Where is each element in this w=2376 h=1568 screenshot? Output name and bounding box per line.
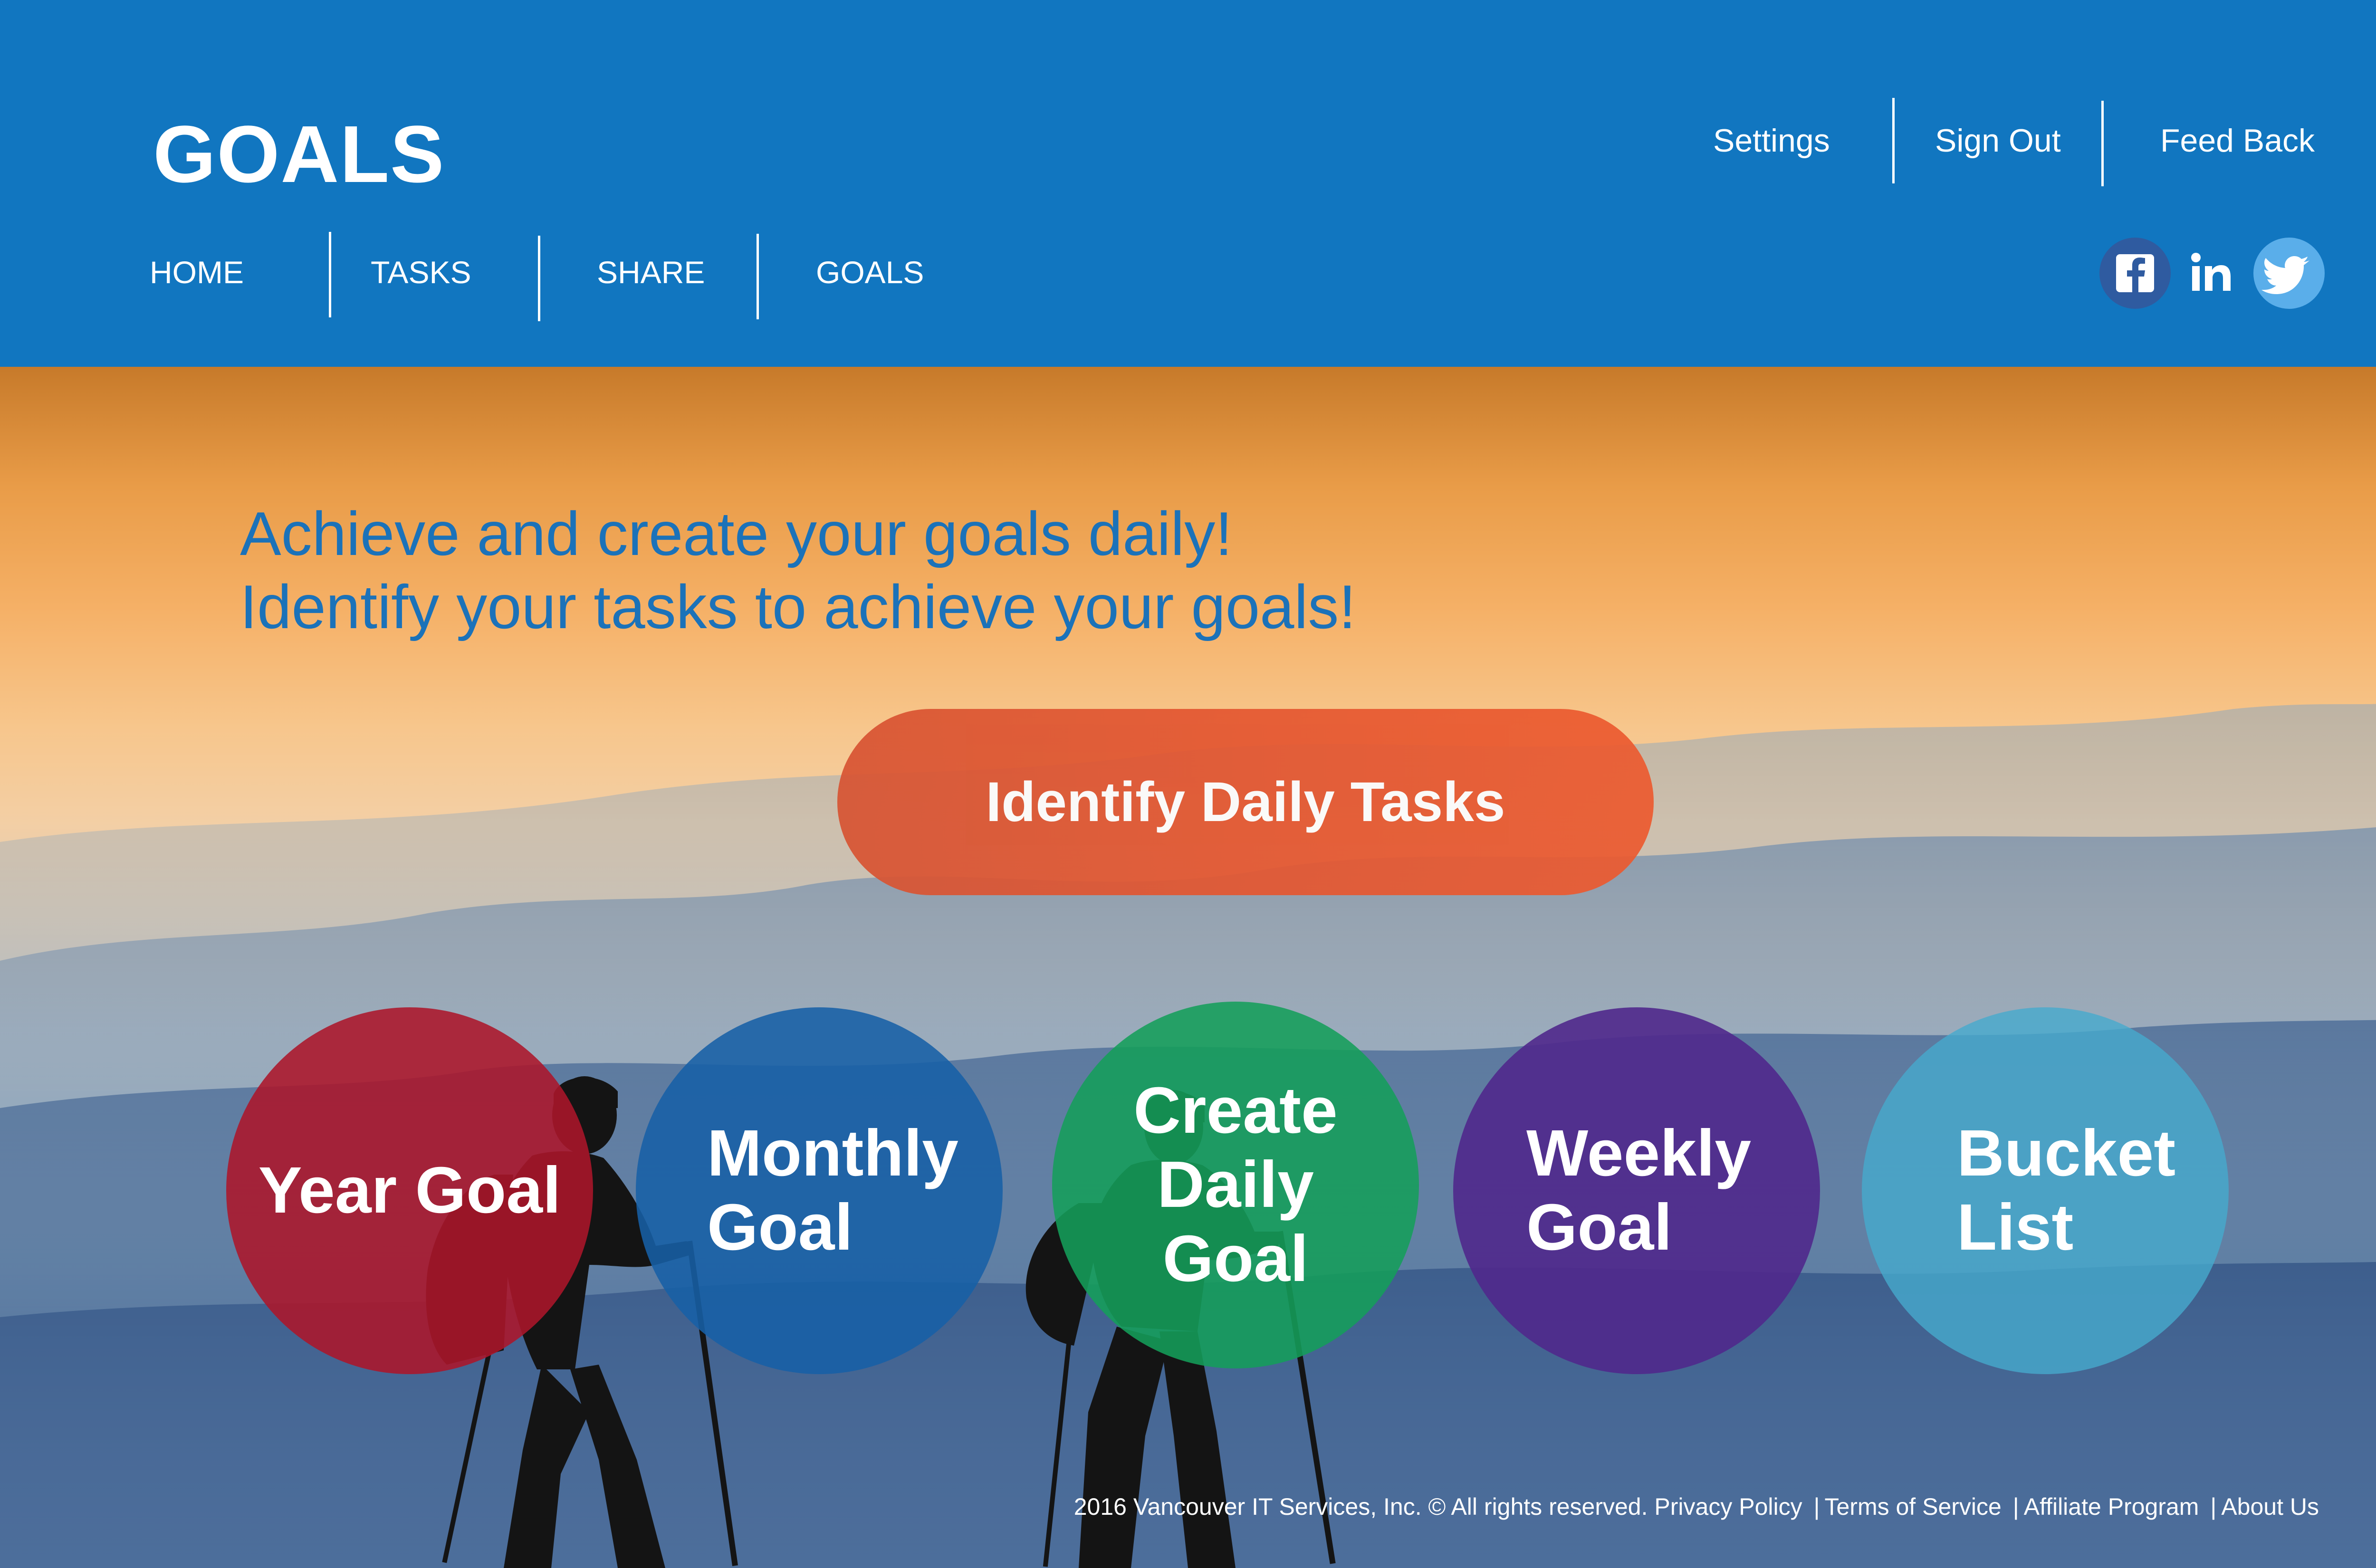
- year-goal-button[interactable]: Year Goal: [226, 1007, 593, 1374]
- terms-of-service-link[interactable]: Terms of Service: [1825, 1493, 2002, 1520]
- weekly-goal-button[interactable]: Weekly Goal: [1453, 1007, 1820, 1374]
- nav-tasks[interactable]: TASKS: [371, 257, 471, 288]
- tagline-line-2: Identify your tasks to achieve your goal…: [240, 572, 1356, 641]
- feedback-link[interactable]: Feed Back: [2160, 124, 2315, 157]
- linkedin-icon[interactable]: [2176, 238, 2248, 309]
- copyright-text: 2016 Vancouver IT Services, Inc. © All r…: [1073, 1493, 1648, 1520]
- weekly-goal-label: Weekly Goal: [1526, 1117, 1752, 1264]
- footer-separator: |: [1813, 1493, 1820, 1520]
- affiliate-program-link[interactable]: Affiliate Program: [2024, 1493, 2199, 1520]
- monthly-goal-button[interactable]: Monthly Goal: [636, 1007, 1003, 1374]
- footer: 2016 Vancouver IT Services, Inc. © All r…: [1074, 1493, 2319, 1520]
- footer-separator: |: [2210, 1493, 2217, 1520]
- hero-section: Achieve and create your goals daily! Ide…: [0, 367, 2376, 1568]
- nav-divider: [329, 232, 331, 317]
- top-divider: [1892, 98, 1895, 183]
- nav-divider: [538, 236, 540, 321]
- nav-divider: [757, 234, 759, 319]
- facebook-icon[interactable]: [2099, 238, 2171, 309]
- identify-daily-tasks-button[interactable]: Identify Daily Tasks: [837, 709, 1654, 895]
- footer-separator: |: [2012, 1493, 2019, 1520]
- tagline-line-1: Achieve and create your goals daily!: [240, 499, 1233, 568]
- header: GOALS HOME TASKS SHARE GOALS Settings Si…: [0, 0, 2376, 367]
- create-daily-goal-button[interactable]: Create Daily Goal: [1052, 1002, 1419, 1368]
- monthly-goal-label: Monthly Goal: [707, 1117, 958, 1264]
- sign-out-link[interactable]: Sign Out: [1935, 124, 2061, 157]
- nav-share[interactable]: SHARE: [597, 257, 705, 288]
- bucket-list-button[interactable]: Bucket List: [1862, 1007, 2229, 1374]
- nav-home[interactable]: HOME: [150, 257, 244, 288]
- nav-goals[interactable]: GOALS: [816, 257, 924, 288]
- bucket-list-label: Bucket List: [1957, 1117, 2176, 1264]
- cta-label: Identify Daily Tasks: [986, 771, 1505, 833]
- privacy-policy-link[interactable]: Privacy Policy: [1654, 1493, 1802, 1520]
- create-daily-goal-label: Create Daily Goal: [1133, 1074, 1338, 1295]
- settings-link[interactable]: Settings: [1713, 124, 1830, 157]
- about-us-link[interactable]: About Us: [2221, 1493, 2319, 1520]
- twitter-icon[interactable]: [2253, 238, 2325, 309]
- top-divider: [2101, 101, 2104, 186]
- logo[interactable]: GOALS: [153, 114, 445, 195]
- year-goal-label: Year Goal: [258, 1154, 561, 1227]
